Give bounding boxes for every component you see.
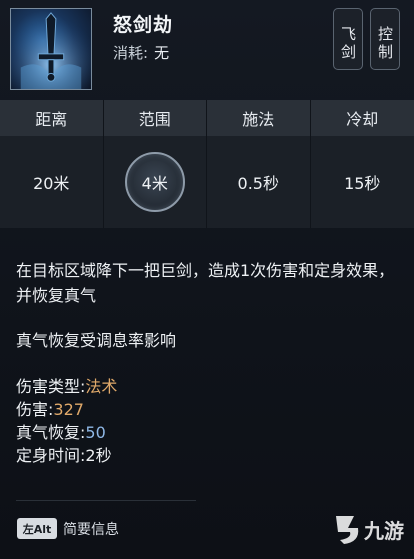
stat-value-cast: 0.5秒 xyxy=(207,136,311,228)
brief-info-label: 简要信息 xyxy=(63,522,119,538)
stat-value-distance: 20米 xyxy=(0,136,104,228)
attr-qi-recovery-value: 50 xyxy=(85,423,106,442)
attr-damage-value: 327 xyxy=(53,400,84,419)
skill-tooltip: 怒剑劫 消耗: 无 飞剑 控制 距离 范围 施法 冷却 20米 4米 0.5秒 1… xyxy=(0,0,414,559)
stats-header-row: 距离 范围 施法 冷却 xyxy=(0,100,414,136)
skill-name: 怒剑劫 xyxy=(113,14,174,36)
skill-cost: 消耗: 无 xyxy=(113,42,169,63)
description-line-1: 在目标区域降下一把巨剑，造成1次伤害和定身效果，并恢复真气 xyxy=(16,261,395,305)
skill-header: 怒剑劫 消耗: 无 飞剑 控制 xyxy=(0,0,414,100)
cost-label: 消耗: xyxy=(113,44,149,62)
attr-damage: 伤害:327 xyxy=(16,400,84,419)
stat-header-range: 范围 xyxy=(103,100,207,136)
stat-header-cast: 施法 xyxy=(207,100,311,136)
stat-value-cooldown: 15秒 xyxy=(310,136,414,228)
attr-damage-type-value: 法术 xyxy=(85,377,118,396)
skill-stats-table: 距离 范围 施法 冷却 20米 4米 0.5秒 15秒 xyxy=(0,100,414,228)
stat-header-cooldown: 冷却 xyxy=(310,100,414,136)
description-line-2: 真气恢复受调息率影响 xyxy=(16,331,177,350)
skill-sword-icon xyxy=(10,8,92,90)
skill-description: 在目标区域降下一把巨剑，造成1次伤害和定身效果，并恢复真气 真气恢复受调息率影响 xyxy=(16,258,401,353)
tag-flying-sword: 飞剑 xyxy=(333,8,363,70)
watermark-logo: 九游 xyxy=(330,510,414,550)
alt-key-badge[interactable]: 左Alt xyxy=(17,518,57,539)
skill-attributes: 伤害类型:法术 伤害:327 真气恢复:50 定身时间:2秒 xyxy=(16,375,117,467)
attr-damage-type: 伤害类型:法术 xyxy=(16,377,118,396)
tag-control: 控制 xyxy=(370,8,400,70)
watermark-text: 九游 xyxy=(363,519,404,543)
stat-header-distance: 距离 xyxy=(0,100,104,136)
range-circle: 4米 xyxy=(124,152,185,212)
stats-value-row: 20米 4米 0.5秒 15秒 xyxy=(0,136,414,228)
footer-divider xyxy=(16,500,196,501)
stat-value-range-cell: 4米 xyxy=(103,136,207,228)
attr-root-duration-value: 2秒 xyxy=(85,446,112,465)
attr-root-duration: 定身时间:2秒 xyxy=(16,446,112,465)
attr-qi-recovery: 真气恢复:50 xyxy=(16,423,106,442)
cost-value: 无 xyxy=(154,44,170,62)
stat-value-range: 4米 xyxy=(141,174,168,193)
